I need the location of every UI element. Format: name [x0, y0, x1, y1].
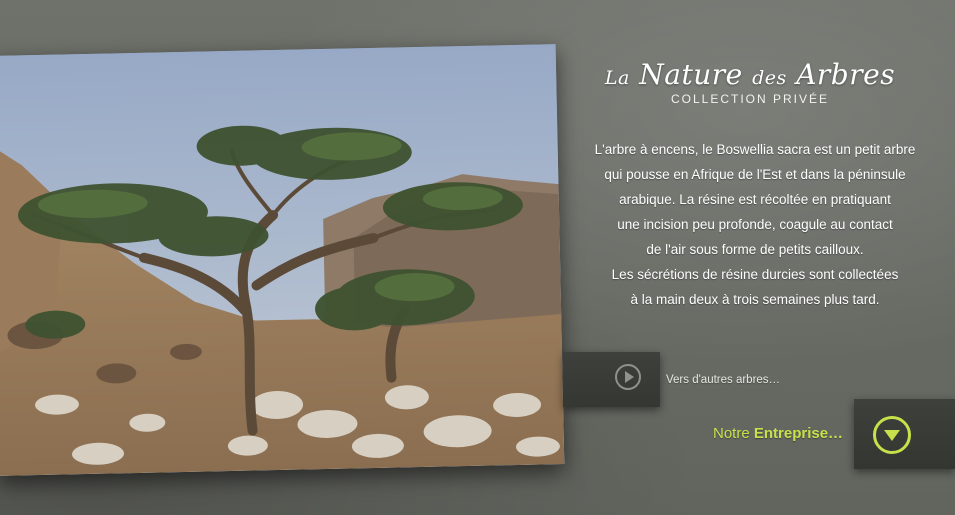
description-line: une incision peu profonde, coagule au co…	[617, 217, 893, 232]
page-title: La Nature des Arbres	[585, 58, 915, 95]
description-line: de l'air sous forme de petits cailloux.	[646, 242, 864, 257]
down-arrow-icon	[873, 416, 911, 454]
title-arbres: Arbres	[796, 58, 896, 91]
description-text: L'arbre à encens, le Boswellia sacra est…	[585, 137, 925, 312]
description-line: L'arbre à encens, le Boswellia sacra est…	[594, 142, 916, 157]
company-link-label: Entreprise…	[753, 425, 844, 442]
company-button[interactable]	[854, 399, 955, 469]
play-video-button[interactable]	[563, 352, 660, 407]
play-icon	[615, 364, 641, 390]
title-des: des	[752, 67, 787, 89]
boswellia-tree-image	[0, 44, 565, 476]
description-line: qui pousse en Afrique de l'Est et dans l…	[604, 167, 906, 182]
title-nature: Nature	[639, 58, 743, 91]
description-line: Les sécrétions de résine durcies sont co…	[611, 267, 899, 282]
description-line: arabique. La résine est récoltée en prat…	[619, 192, 891, 207]
description-line: à la main deux à trois semaines plus tar…	[630, 292, 880, 307]
tree-photo	[0, 44, 565, 476]
company-link[interactable]: Notre Entreprise…	[713, 425, 843, 442]
title-la: La	[604, 67, 630, 89]
other-trees-link[interactable]: Vers d'autres arbres…	[666, 374, 780, 386]
title-block: La Nature des Arbres COLLECTION PRIVÉE	[585, 58, 915, 106]
company-link-prefix: Notre	[713, 425, 754, 442]
